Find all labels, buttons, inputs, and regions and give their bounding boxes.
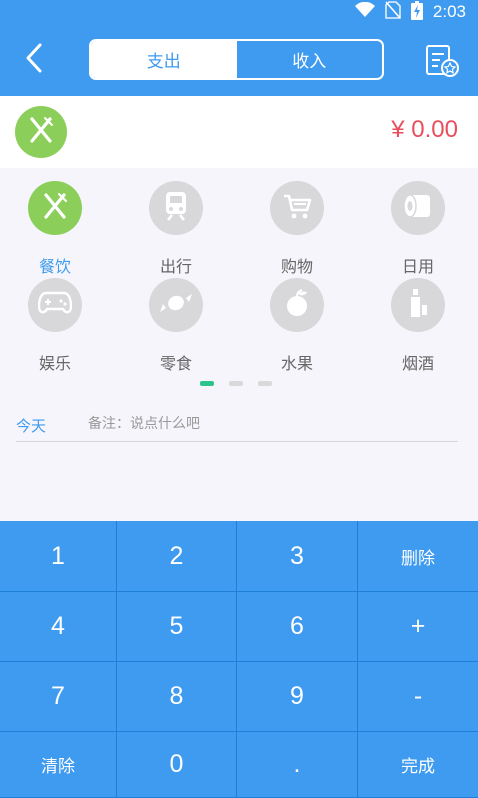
app-bar: 支出 收入 xyxy=(0,24,478,96)
selected-category-badge xyxy=(15,106,67,158)
category-label: 出行 xyxy=(159,257,192,276)
category-pager xyxy=(200,381,272,386)
key-7[interactable]: 7 xyxy=(0,662,117,732)
fruit-icon xyxy=(283,288,311,322)
key-5[interactable]: 5 xyxy=(117,592,237,662)
category-label: 烟酒 xyxy=(401,354,434,373)
no-sim-icon xyxy=(385,1,401,23)
category-transport[interactable]: 出行 xyxy=(136,181,216,277)
key-3[interactable]: 3 xyxy=(237,521,358,592)
key-1[interactable]: 1 xyxy=(0,521,117,592)
bill-settings-button[interactable] xyxy=(424,44,460,78)
category-entertainment[interactable]: 娱乐 xyxy=(15,278,95,374)
number-keypad: 1 2 3 删除 4 5 6 + 7 8 9 - 清除 0 . 完成 xyxy=(0,521,478,798)
pager-dot[interactable] xyxy=(229,381,243,386)
category-icon-circle xyxy=(28,278,82,332)
fork-knife-icon xyxy=(40,191,70,225)
amount-display: ¥ 0.00 xyxy=(391,116,458,143)
key-8[interactable]: 8 xyxy=(117,662,237,732)
train-icon xyxy=(162,190,190,226)
category-label: 日用 xyxy=(401,257,434,276)
key-minus[interactable]: - xyxy=(358,662,478,732)
back-button[interactable] xyxy=(16,40,52,80)
category-label: 水果 xyxy=(280,354,313,373)
shopping-cart-icon xyxy=(282,192,312,224)
category-label: 购物 xyxy=(280,257,313,276)
category-tobacco-alcohol[interactable]: 烟酒 xyxy=(378,278,458,374)
key-decimal[interactable]: . xyxy=(237,732,358,798)
category-grid: 餐饮 出行 购物 日用 娱乐 零食 水果 烟酒 xyxy=(0,168,478,528)
chevron-left-icon xyxy=(24,42,44,78)
category-dining[interactable]: 餐饮 xyxy=(15,181,95,277)
pager-dot-active[interactable] xyxy=(200,381,214,386)
tab-income[interactable]: 收入 xyxy=(237,41,383,78)
tissue-roll-icon xyxy=(402,192,434,224)
key-delete[interactable]: 删除 xyxy=(358,521,478,592)
bottle-icon xyxy=(406,287,430,323)
candy-icon xyxy=(159,290,193,320)
key-4[interactable]: 4 xyxy=(0,592,117,662)
tab-expense[interactable]: 支出 xyxy=(91,41,237,78)
key-0[interactable]: 0 xyxy=(117,732,237,798)
category-icon-circle xyxy=(391,278,445,332)
category-shopping[interactable]: 购物 xyxy=(257,181,337,277)
key-clear[interactable]: 清除 xyxy=(0,732,117,798)
note-input[interactable] xyxy=(88,412,458,436)
status-icons: 2:03 xyxy=(354,0,466,24)
category-daily[interactable]: 日用 xyxy=(378,181,458,277)
amount-row: ¥ 0.00 xyxy=(0,96,478,168)
type-segmented-control: 支出 收入 xyxy=(89,39,384,80)
key-2[interactable]: 2 xyxy=(117,521,237,592)
battery-charging-icon xyxy=(410,0,423,24)
category-icon-circle xyxy=(149,278,203,332)
status-bar: 2:03 xyxy=(0,0,478,24)
key-9[interactable]: 9 xyxy=(237,662,358,732)
category-label: 零食 xyxy=(159,354,192,373)
status-time: 2:03 xyxy=(432,2,466,21)
category-fruit[interactable]: 水果 xyxy=(257,278,337,374)
wifi-icon xyxy=(354,1,375,22)
category-icon-circle xyxy=(391,181,445,235)
fork-knife-icon xyxy=(26,115,56,149)
pager-dot[interactable] xyxy=(258,381,272,386)
category-label: 娱乐 xyxy=(38,354,71,373)
gamepad-icon xyxy=(37,290,73,320)
category-icon-circle xyxy=(270,278,324,332)
date-selector[interactable]: 今天 xyxy=(16,415,46,436)
category-icon-circle xyxy=(149,181,203,235)
category-icon-circle xyxy=(28,181,82,235)
bill-settings-icon xyxy=(424,45,460,82)
key-done[interactable]: 完成 xyxy=(358,732,478,798)
key-6[interactable]: 6 xyxy=(237,592,358,662)
note-row: 今天 xyxy=(16,408,458,442)
key-plus[interactable]: + xyxy=(358,592,478,662)
category-snacks[interactable]: 零食 xyxy=(136,278,216,374)
category-label: 餐饮 xyxy=(38,257,71,276)
category-icon-circle xyxy=(270,181,324,235)
